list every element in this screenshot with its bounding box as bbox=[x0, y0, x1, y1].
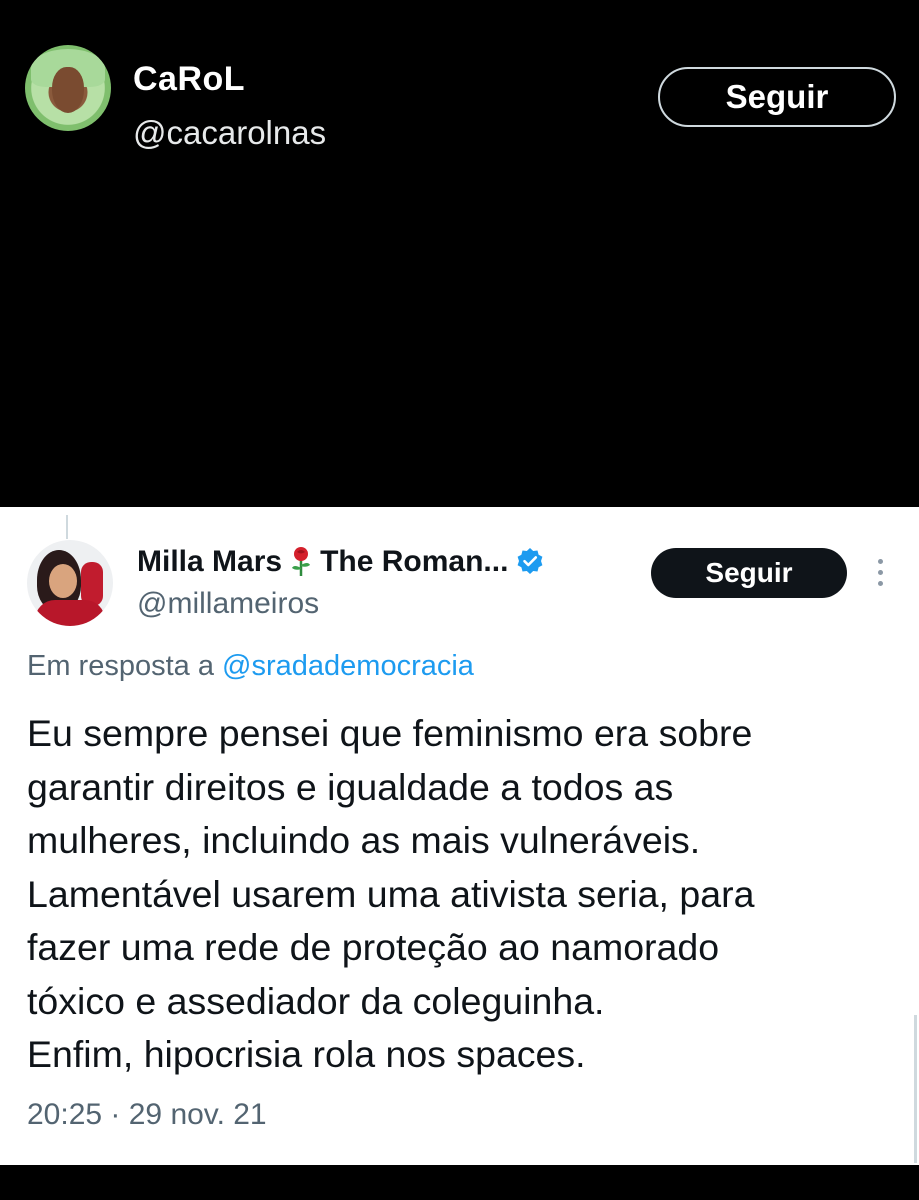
reply-context: Em resposta a @sradademocracia bbox=[27, 650, 474, 683]
user-display-name[interactable]: CaRoL bbox=[133, 60, 245, 99]
rose-icon bbox=[292, 547, 311, 577]
top-tweet-header: CaRoL @cacarolnas Seguir bbox=[0, 0, 919, 507]
verified-badge-icon bbox=[518, 548, 543, 575]
tweet-text-line: tóxico e assediador da coleguinha. bbox=[27, 979, 605, 1022]
tweet-text-line: Lamentável usarem uma ativista seria, pa… bbox=[27, 872, 755, 915]
follow-button[interactable]: Seguir bbox=[651, 548, 847, 598]
user-display-name[interactable]: Milla Mars The Roman... bbox=[137, 545, 544, 579]
avatar-face bbox=[52, 67, 84, 113]
display-name-part: The Roman... bbox=[320, 545, 509, 578]
scrollbar[interactable] bbox=[914, 1015, 917, 1163]
bottom-bar bbox=[0, 1165, 919, 1200]
reply-mention-link[interactable]: @sradademocracia bbox=[222, 650, 474, 682]
quoted-tweet-card: Milla Mars The Roman... @millameiros Seg… bbox=[0, 507, 919, 1165]
tweet-text-line: Eu sempre pensei que feminismo era sobre bbox=[27, 712, 753, 754]
tweet-text-line: mulheres, incluindo as mais vulneráveis. bbox=[27, 819, 701, 861]
avatar-shirt bbox=[35, 600, 105, 626]
follow-button[interactable]: Seguir bbox=[658, 67, 896, 127]
tweet-body: Eu sempre pensei que feminismo era sobre… bbox=[27, 707, 907, 1082]
avatar-face bbox=[49, 564, 77, 598]
display-name-part: Milla Mars bbox=[137, 545, 283, 578]
thread-connector-line bbox=[66, 515, 68, 539]
user-handle[interactable]: @cacarolnas bbox=[133, 114, 326, 152]
reply-prefix: Em resposta a bbox=[27, 650, 214, 682]
tweet-text-line: Enfim, hipocrisia rola nos spaces. bbox=[27, 1033, 586, 1075]
user-handle[interactable]: @millameiros bbox=[137, 587, 319, 621]
tweet-timestamp[interactable]: 20:25 · 29 nov. 21 bbox=[27, 1098, 267, 1132]
more-options-icon[interactable] bbox=[872, 559, 888, 589]
tweet-text-line: fazer uma rede de proteção ao namorado bbox=[27, 926, 720, 968]
avatar[interactable] bbox=[27, 540, 113, 626]
avatar[interactable] bbox=[25, 45, 111, 131]
tweet-text-line: garantir direitos e igualdade a todos as bbox=[27, 765, 674, 808]
